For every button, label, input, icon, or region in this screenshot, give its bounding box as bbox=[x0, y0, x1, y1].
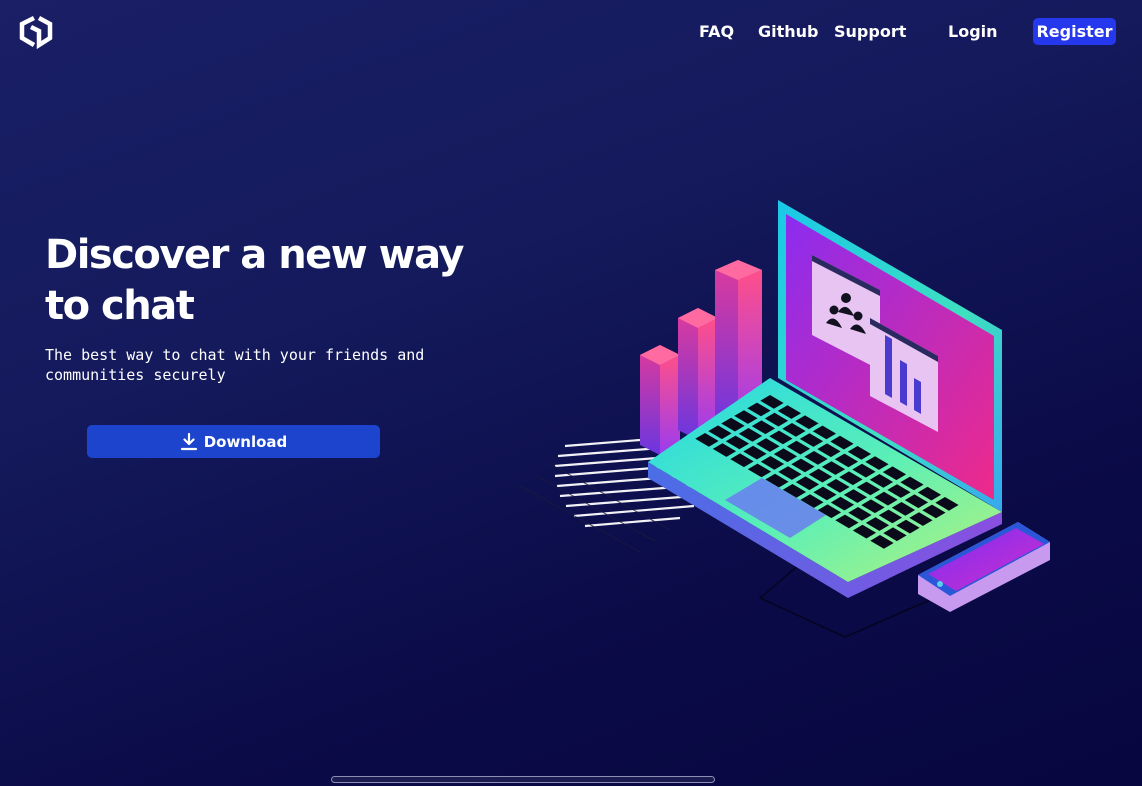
nav-support-link[interactable]: Support bbox=[834, 22, 906, 41]
download-label: Download bbox=[203, 432, 288, 451]
top-nav: FAQ Github Support Login Register bbox=[0, 18, 1142, 46]
nav-faq-link[interactable]: FAQ bbox=[699, 22, 734, 41]
hero-subtitle: The best way to chat with your friends a… bbox=[45, 346, 425, 384]
laptop-illustration bbox=[519, 200, 1050, 638]
hero-title: Discover a new way to chat bbox=[45, 232, 464, 329]
nav-login-link[interactable]: Login bbox=[948, 22, 998, 41]
register-button[interactable]: Register bbox=[1033, 18, 1116, 45]
download-icon bbox=[180, 432, 197, 450]
nav-github-link[interactable]: Github bbox=[758, 22, 819, 41]
download-button[interactable]: Download bbox=[87, 425, 380, 458]
horizontal-scrollbar[interactable] bbox=[331, 776, 715, 783]
